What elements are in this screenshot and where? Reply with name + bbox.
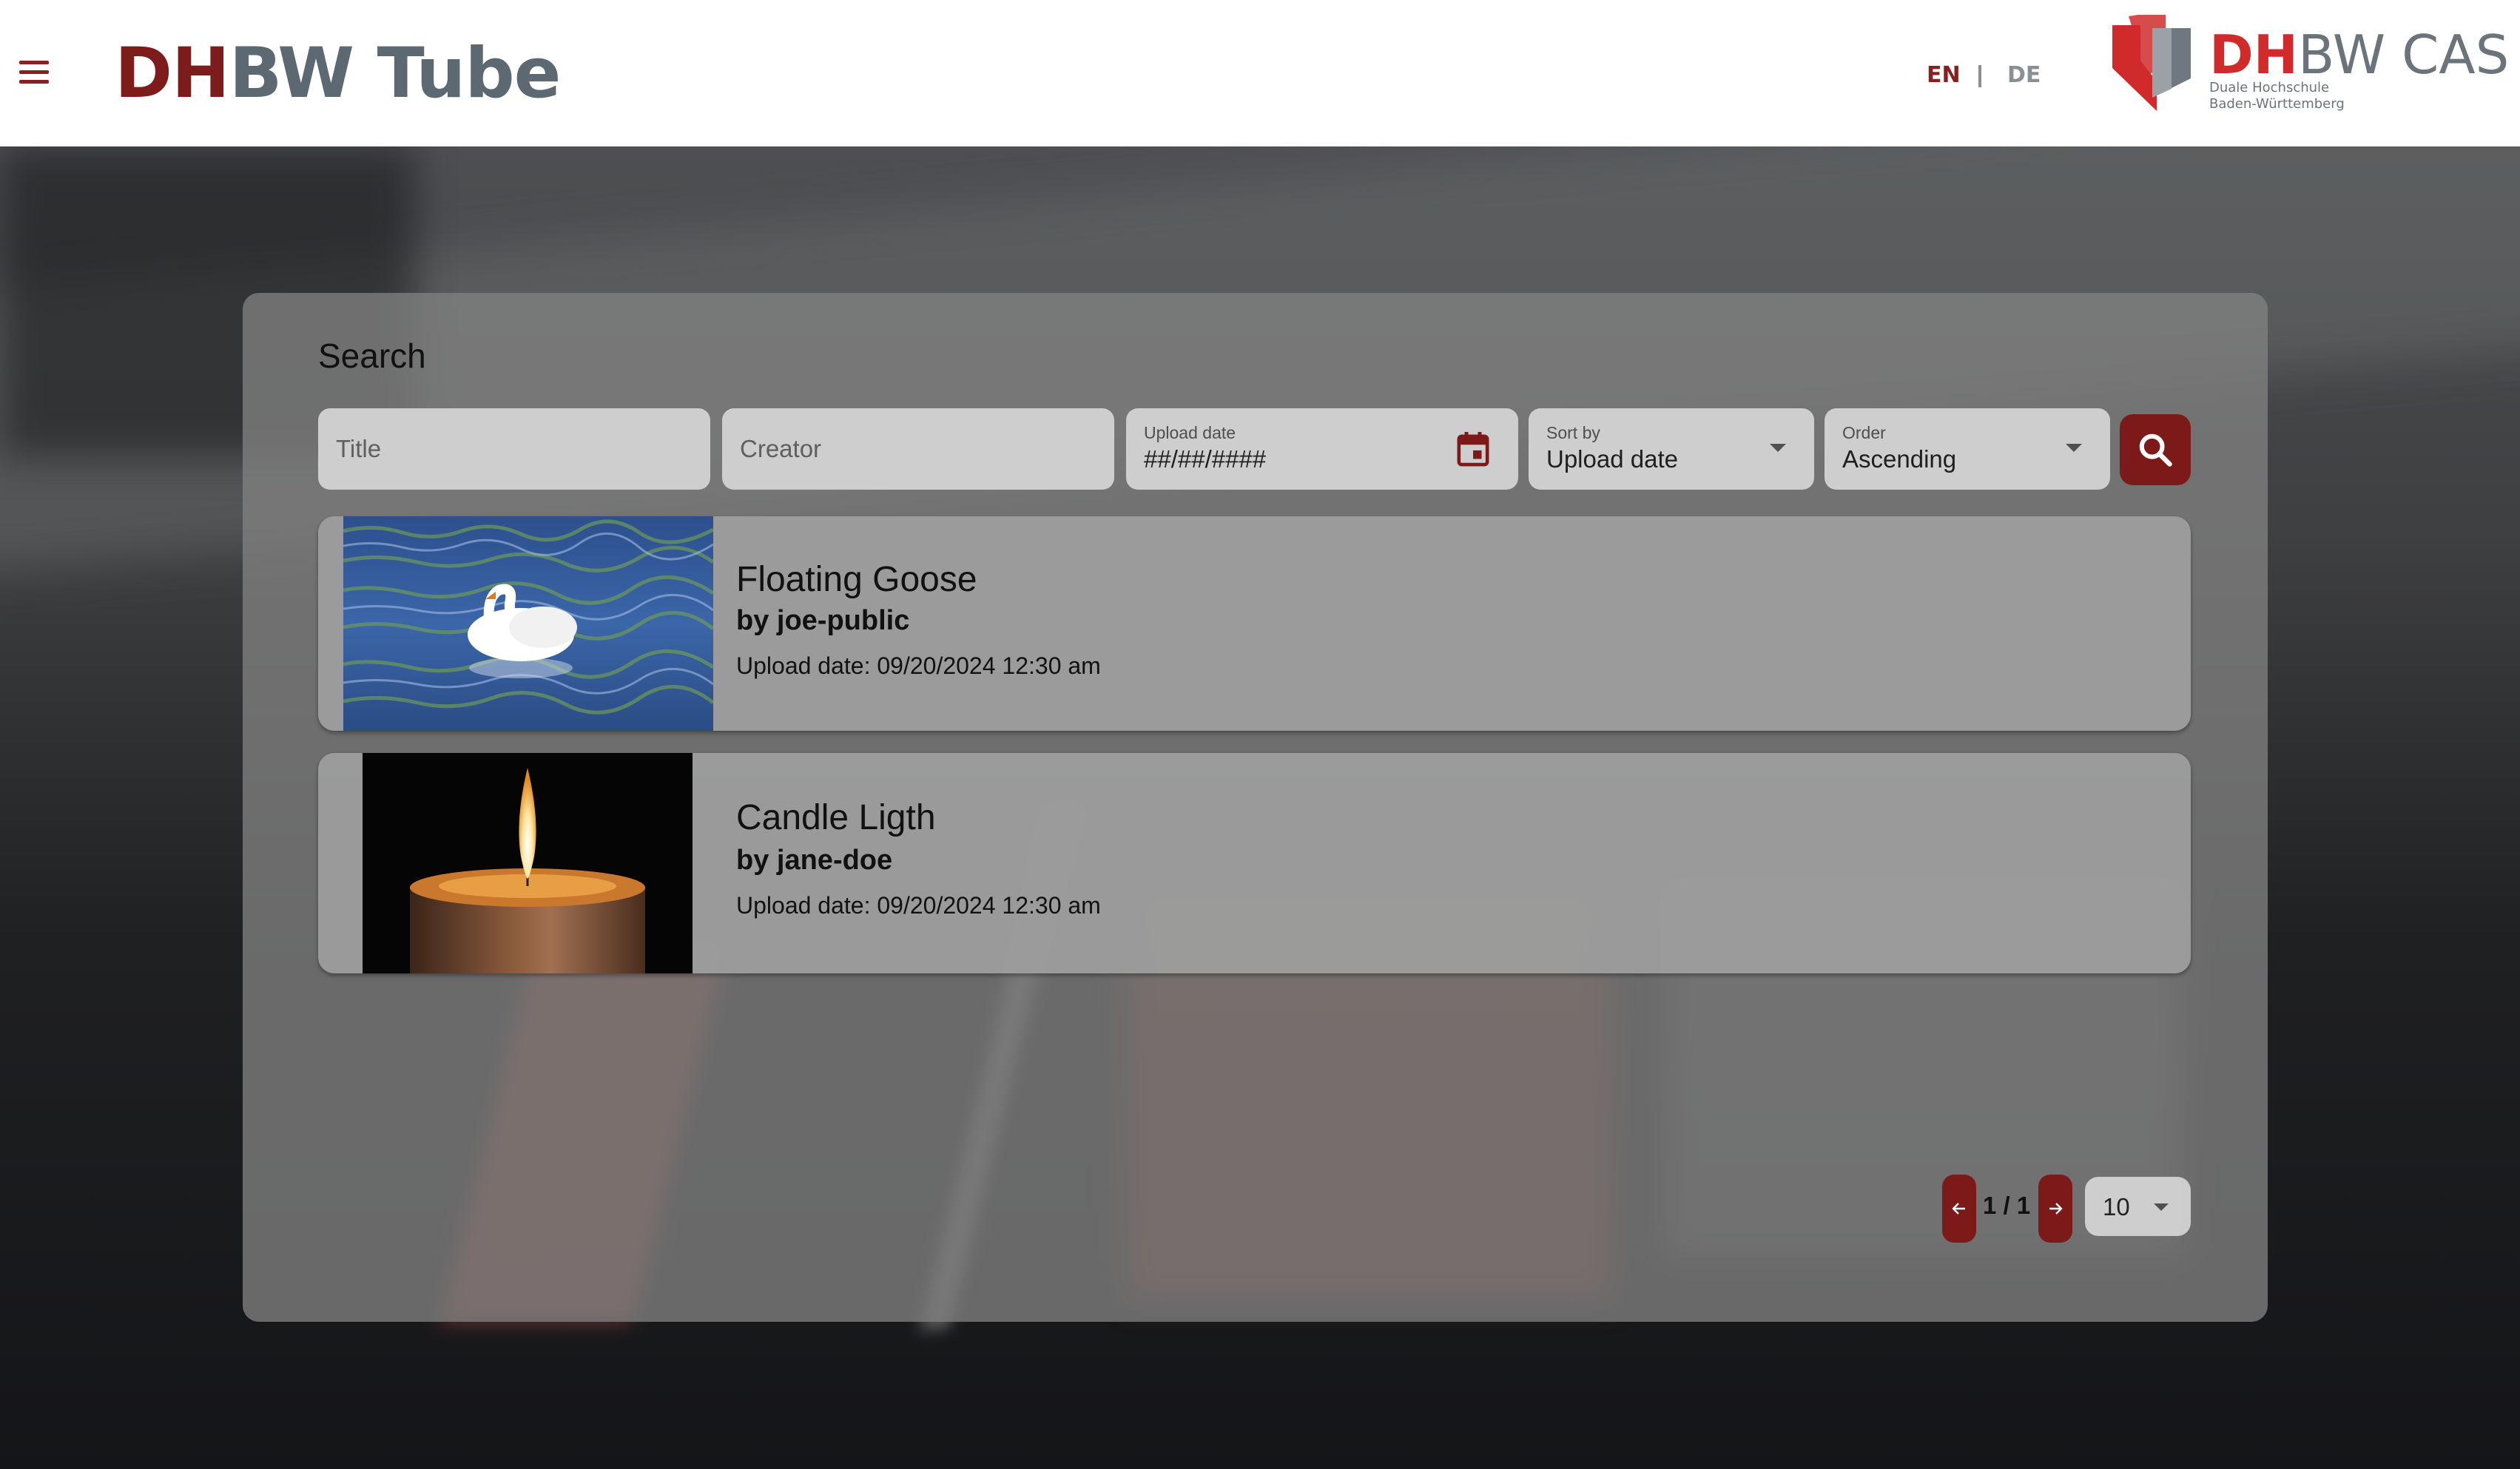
app-title-dh: DH bbox=[115, 33, 230, 114]
chevron-down-icon bbox=[2154, 1203, 2169, 1211]
sort-by-value: Upload date bbox=[1546, 445, 1678, 473]
video-thumbnail-candle bbox=[363, 753, 693, 973]
page-indicator: 1 / 1 bbox=[1983, 1192, 2031, 1219]
language-de-link[interactable]: DE bbox=[2007, 62, 2041, 88]
language-en-link[interactable]: EN bbox=[1927, 62, 1961, 88]
calendar-icon[interactable] bbox=[1456, 430, 1490, 467]
logo-cas: CAS bbox=[2402, 24, 2510, 86]
next-page-button[interactable] bbox=[2038, 1175, 2072, 1243]
result-creator: by joe-public bbox=[736, 605, 910, 636]
arrow-right-icon bbox=[2049, 1203, 2063, 1215]
search-panel: Search Title Creator Upload date ##/##/#… bbox=[243, 293, 2268, 1322]
logo-sub-line2: Baden-Württemberg bbox=[2209, 96, 2345, 112]
upload-date-input[interactable]: Upload date ##/##/#### bbox=[1126, 408, 1518, 490]
video-thumbnail-swan bbox=[343, 516, 713, 731]
logo-bw: BW bbox=[2298, 24, 2386, 86]
arrow-left-icon bbox=[1952, 1203, 1965, 1215]
order-select[interactable]: Order Ascending bbox=[1825, 408, 2110, 490]
language-divider bbox=[1978, 65, 1981, 87]
creator-placeholder: Creator bbox=[740, 435, 822, 462]
search-icon bbox=[2139, 433, 2172, 467]
previous-page-button[interactable] bbox=[1942, 1175, 1976, 1243]
upload-date-label: Upload date bbox=[1144, 423, 1236, 442]
logo-dh: DH bbox=[2209, 24, 2299, 86]
result-title[interactable]: Candle Ligth bbox=[736, 797, 936, 838]
app-title-rest: BW Tube bbox=[229, 33, 562, 114]
logo-sub-line1: Duale Hochschule bbox=[2209, 80, 2330, 95]
logo-subtitle: Duale Hochschule Baden-Württemberg bbox=[2209, 80, 2345, 112]
result-upload-date: Upload date: 09/20/2024 12:30 am bbox=[736, 892, 1101, 919]
result-title[interactable]: Floating Goose bbox=[736, 559, 977, 600]
page-size-select[interactable]: 10 bbox=[2085, 1177, 2191, 1236]
upload-date-value: ##/##/#### bbox=[1144, 445, 1267, 473]
result-creator: by jane-doe bbox=[736, 845, 893, 876]
result-card[interactable]: Floating Goose by joe-public Upload date… bbox=[318, 516, 2191, 731]
order-value: Ascending bbox=[1842, 445, 1957, 473]
result-card[interactable]: Candle Ligth by jane-doe Upload date: 09… bbox=[318, 753, 2191, 973]
hamburger-menu-icon[interactable] bbox=[16, 58, 53, 87]
dhbw-cas-wordmark: DHBW CAS bbox=[2209, 25, 2509, 84]
chevron-down-icon bbox=[1770, 444, 1786, 452]
sort-by-label: Sort by bbox=[1546, 423, 1600, 442]
page-size-value: 10 bbox=[2103, 1193, 2130, 1220]
search-button[interactable] bbox=[2120, 414, 2191, 485]
search-heading: Search bbox=[318, 337, 426, 375]
chevron-down-icon bbox=[2066, 444, 2082, 452]
app-title[interactable]: DHBW Tube bbox=[115, 30, 562, 118]
title-placeholder: Title bbox=[336, 435, 382, 462]
title-input[interactable]: Title bbox=[318, 408, 710, 490]
creator-input[interactable]: Creator bbox=[722, 408, 1114, 490]
app-header: DHBW Tube EN DE DHBW CAS Duale Hochschule… bbox=[0, 0, 2520, 146]
result-upload-date: Upload date: 09/20/2024 12:30 am bbox=[736, 652, 1101, 679]
order-label: Order bbox=[1842, 423, 1886, 442]
sort-by-select[interactable]: Sort by Upload date bbox=[1529, 408, 1814, 490]
